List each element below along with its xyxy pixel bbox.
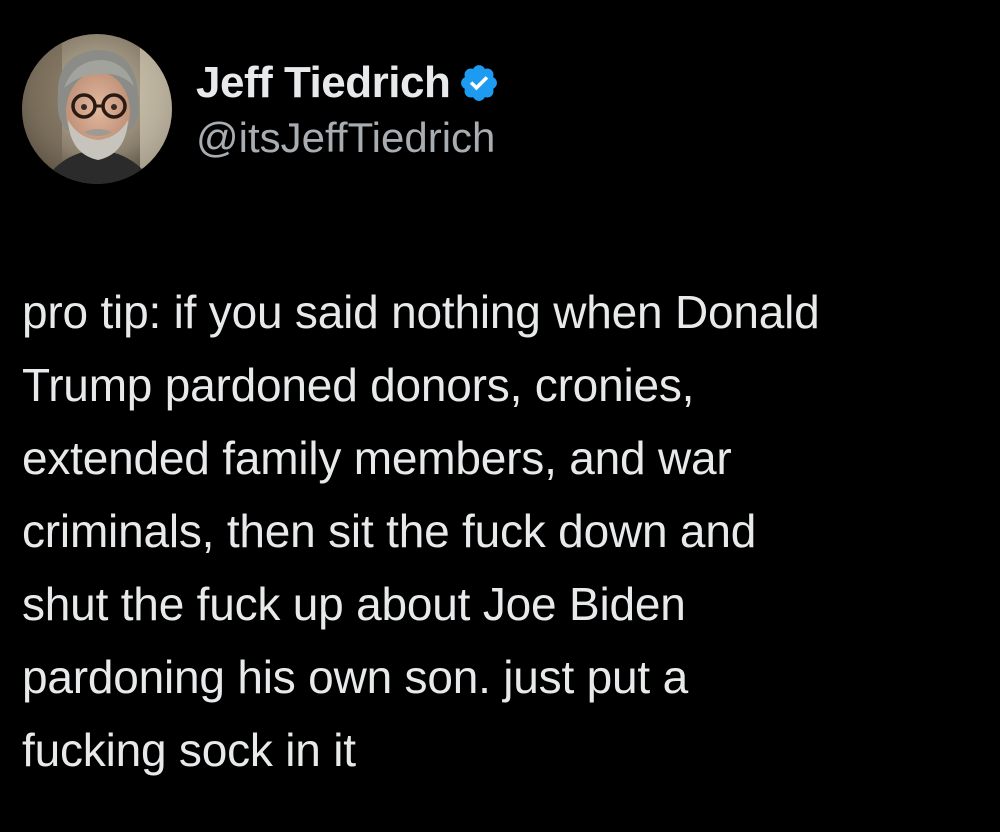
author-identity: Jeff Tiedrich @itsJeffTiedrich: [196, 56, 500, 162]
tweet-card: Jeff Tiedrich @itsJeffTiedrich pro tip: …: [0, 0, 1000, 832]
tweet-text-line: Trump pardoned donors, cronies,: [22, 359, 695, 411]
tweet-text-line: pardoning his own son. just put a: [22, 651, 688, 703]
avatar-photo-icon: [22, 34, 172, 184]
verified-badge-icon[interactable]: [458, 62, 500, 104]
tweet-text-line: fucking sock in it: [22, 724, 356, 776]
author-handle[interactable]: @itsJeffTiedrich: [196, 114, 500, 162]
tweet-body: pro tip: if you said nothing when Donald…: [22, 276, 982, 787]
avatar[interactable]: [22, 34, 172, 184]
name-row: Jeff Tiedrich: [196, 56, 500, 110]
tweet-text-line: extended family members, and war: [22, 432, 732, 484]
tweet-text-line: pro tip: if you said nothing when Donald: [22, 286, 820, 338]
author-display-name[interactable]: Jeff Tiedrich: [196, 58, 451, 108]
tweet-text-line: criminals, then sit the fuck down and: [22, 505, 757, 557]
tweet-text-line: shut the fuck up about Joe Biden: [22, 578, 686, 630]
tweet-header: Jeff Tiedrich @itsJeffTiedrich: [22, 34, 500, 184]
